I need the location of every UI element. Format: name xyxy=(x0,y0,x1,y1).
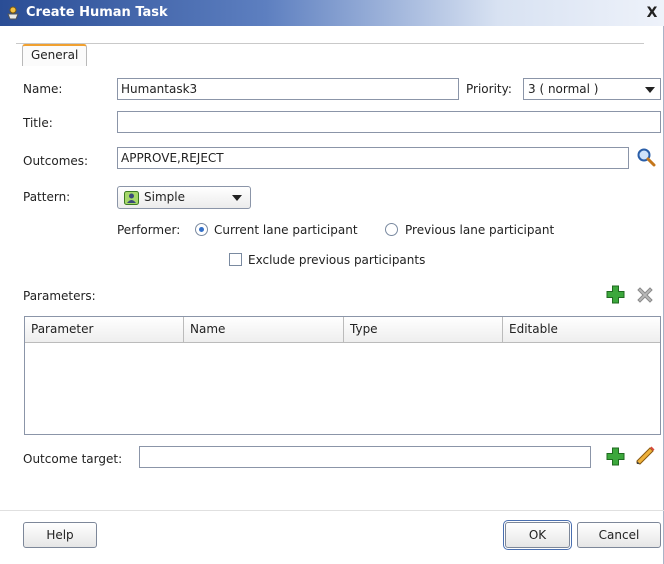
chevron-down-icon xyxy=(645,87,655,93)
pattern-user-icon xyxy=(124,191,139,205)
create-human-task-dialog: Create Human Task X General Name: Humant… xyxy=(0,0,664,564)
cancel-button[interactable]: Cancel xyxy=(577,522,661,548)
column-header-type[interactable]: Type xyxy=(344,317,503,342)
title-field[interactable] xyxy=(117,111,661,133)
priority-label: Priority: xyxy=(466,82,512,96)
chevron-down-icon xyxy=(232,195,242,201)
outcome-target-field[interactable] xyxy=(139,446,591,468)
exclude-label: Exclude previous participants xyxy=(248,253,426,267)
table-header: Parameter Name Type Editable xyxy=(25,317,660,343)
name-label: Name: xyxy=(23,82,63,96)
name-field[interactable]: Humantask3 xyxy=(117,78,459,100)
outcomes-field[interactable]: APPROVE,REJECT xyxy=(117,147,629,169)
radio-current-lane[interactable] xyxy=(195,223,208,236)
exclude-checkbox[interactable] xyxy=(229,253,242,266)
help-button[interactable]: Help xyxy=(23,522,97,548)
delete-icon[interactable] xyxy=(635,285,655,305)
previous-lane-label: Previous lane participant xyxy=(405,223,555,237)
priority-value: 3 ( normal ) xyxy=(528,82,599,96)
app-icon xyxy=(7,6,19,20)
title-bar: Create Human Task X xyxy=(0,0,664,26)
parameters-table[interactable]: Parameter Name Type Editable xyxy=(24,316,661,435)
priority-select[interactable]: 3 ( normal ) xyxy=(523,78,661,100)
close-icon[interactable]: X xyxy=(644,5,660,21)
pattern-value: Simple xyxy=(144,190,185,204)
radio-previous-lane[interactable] xyxy=(385,223,398,236)
column-header-editable[interactable]: Editable xyxy=(503,317,660,342)
search-icon[interactable] xyxy=(636,147,656,167)
add-icon[interactable] xyxy=(606,285,625,304)
current-lane-label: Current lane participant xyxy=(214,223,358,237)
tab-general[interactable]: General xyxy=(22,44,88,66)
outcome-target-label: Outcome target: xyxy=(23,452,123,466)
column-header-parameter[interactable]: Parameter xyxy=(25,317,184,342)
pattern-select[interactable]: Simple xyxy=(117,186,251,209)
parameters-label: Parameters: xyxy=(23,289,96,303)
footer-divider xyxy=(0,510,664,511)
ok-button[interactable]: OK xyxy=(503,520,572,550)
outcomes-label: Outcomes: xyxy=(23,154,89,168)
tab-strip xyxy=(16,43,644,44)
dialog-title: Create Human Task xyxy=(26,5,168,20)
performer-label: Performer: xyxy=(117,223,181,237)
title-label: Title: xyxy=(23,116,53,130)
column-header-name[interactable]: Name xyxy=(184,317,344,342)
add-icon[interactable] xyxy=(606,447,625,466)
pattern-label: Pattern: xyxy=(23,190,71,204)
edit-icon[interactable] xyxy=(634,446,656,466)
